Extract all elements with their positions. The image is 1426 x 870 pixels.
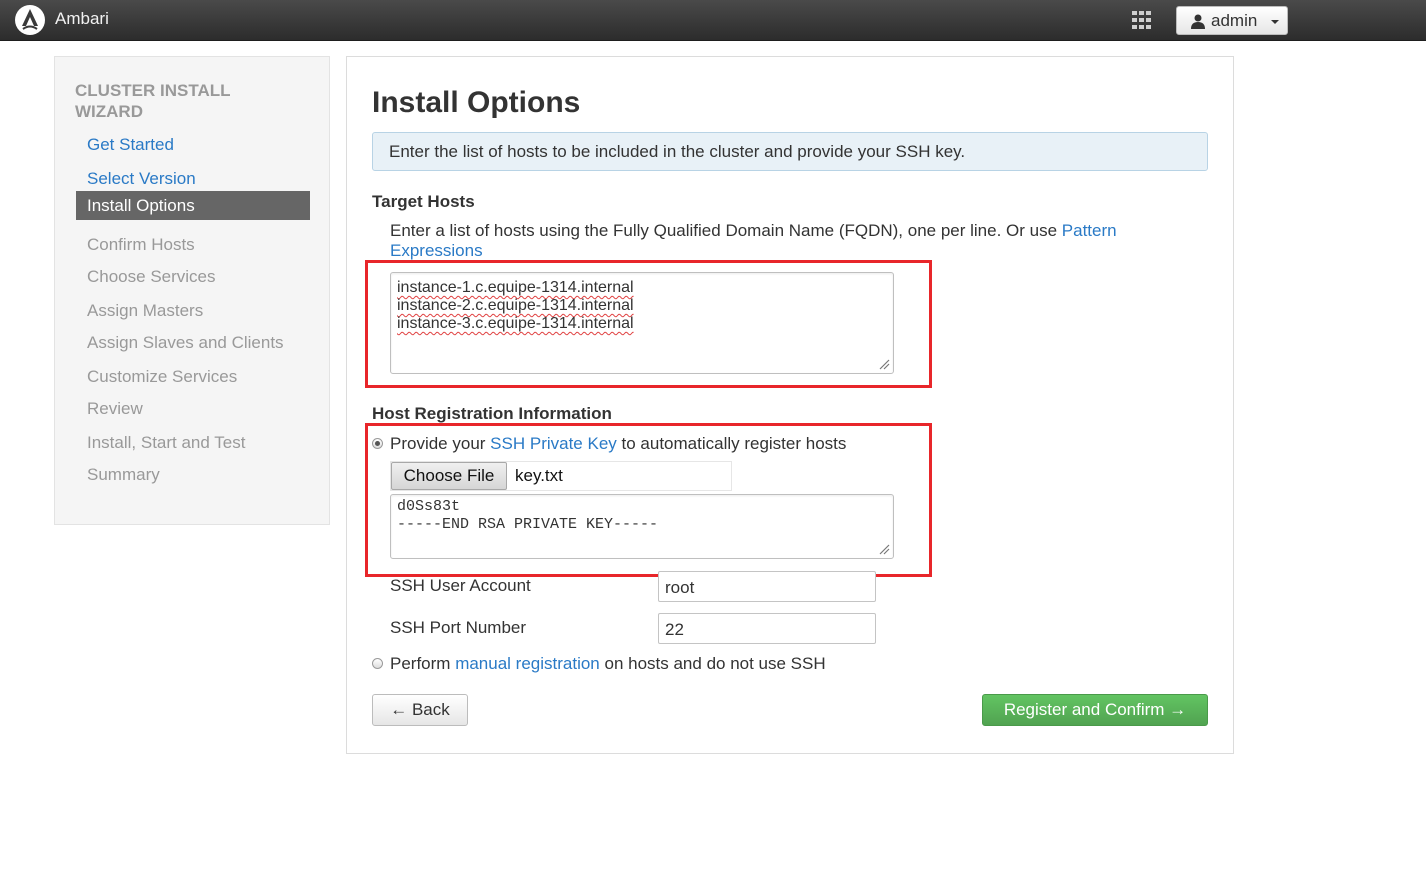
register-and-confirm-button[interactable]: Register and Confirm →: [982, 694, 1208, 726]
sidebar-item-customize-services: Customize Services: [87, 367, 238, 386]
sidebar-item-get-started[interactable]: Get Started: [76, 130, 310, 159]
info-alert: Enter the list of hosts to be included i…: [372, 132, 1208, 171]
wizard-sidebar: CLUSTER INSTALL WIZARD Get Started Select…: [54, 56, 330, 525]
manual-registration-link[interactable]: manual registration: [455, 654, 600, 673]
manual-registration-radio[interactable]: [372, 658, 383, 669]
sidebar-item-assign-slaves-and-clients: Assign Slaves and Clients: [87, 333, 284, 352]
sidebar-item-install-options[interactable]: Install Options: [76, 191, 310, 220]
page-title: Install Options: [372, 86, 581, 119]
user-icon: [1191, 14, 1205, 29]
sidebar-item-summary: Summary: [87, 465, 160, 484]
target-hosts-heading: Target Hosts: [372, 192, 475, 211]
brand-name[interactable]: Ambari: [55, 9, 109, 29]
ssh-user-input[interactable]: root: [658, 571, 876, 602]
manual-registration-option: Perform manual registration on hosts and…: [390, 654, 826, 674]
sidebar-item-choose-services: Choose Services: [87, 267, 216, 286]
target-hosts-help-text: Enter a list of hosts using the Fully Qu…: [390, 221, 1062, 240]
grid-icon[interactable]: [1132, 11, 1152, 29]
chevron-down-icon: [1271, 20, 1279, 24]
ssh-user-value: root: [665, 578, 695, 597]
ambari-logo-icon[interactable]: [14, 4, 46, 36]
ssh-port-label: SSH Port Number: [390, 618, 527, 637]
back-button[interactable]: ← Back: [372, 694, 468, 726]
sidebar-item-confirm-hosts: Confirm Hosts: [87, 235, 195, 254]
user-name-label: admin: [1211, 11, 1258, 30]
sidebar-item-select-version[interactable]: Select Version: [76, 164, 310, 193]
manual-option-suffix: on hosts and do not use SSH: [599, 654, 826, 673]
sidebar-item-assign-masters: Assign Masters: [87, 301, 204, 320]
top-navbar: Ambari admin: [0, 0, 1426, 41]
ssh-user-label: SSH User Account: [390, 576, 531, 595]
user-menu-button[interactable]: admin: [1176, 6, 1288, 35]
wizard-title: CLUSTER INSTALL WIZARD: [75, 81, 231, 121]
highlight-box-target-hosts: [365, 260, 932, 388]
ssh-port-value: 22: [665, 620, 684, 639]
info-alert-text: Enter the list of hosts to be included i…: [389, 142, 966, 161]
target-hosts-help: Enter a list of hosts using the Fully Qu…: [390, 221, 1190, 261]
host-registration-heading: Host Registration Information: [372, 404, 612, 423]
manual-option-text: Perform: [390, 654, 456, 673]
ssh-port-input[interactable]: 22: [658, 613, 876, 644]
highlight-box-ssh-key: [365, 423, 932, 577]
sidebar-item-install-start-and-test: Install, Start and Test: [87, 433, 246, 452]
sidebar-item-review: Review: [87, 399, 143, 418]
